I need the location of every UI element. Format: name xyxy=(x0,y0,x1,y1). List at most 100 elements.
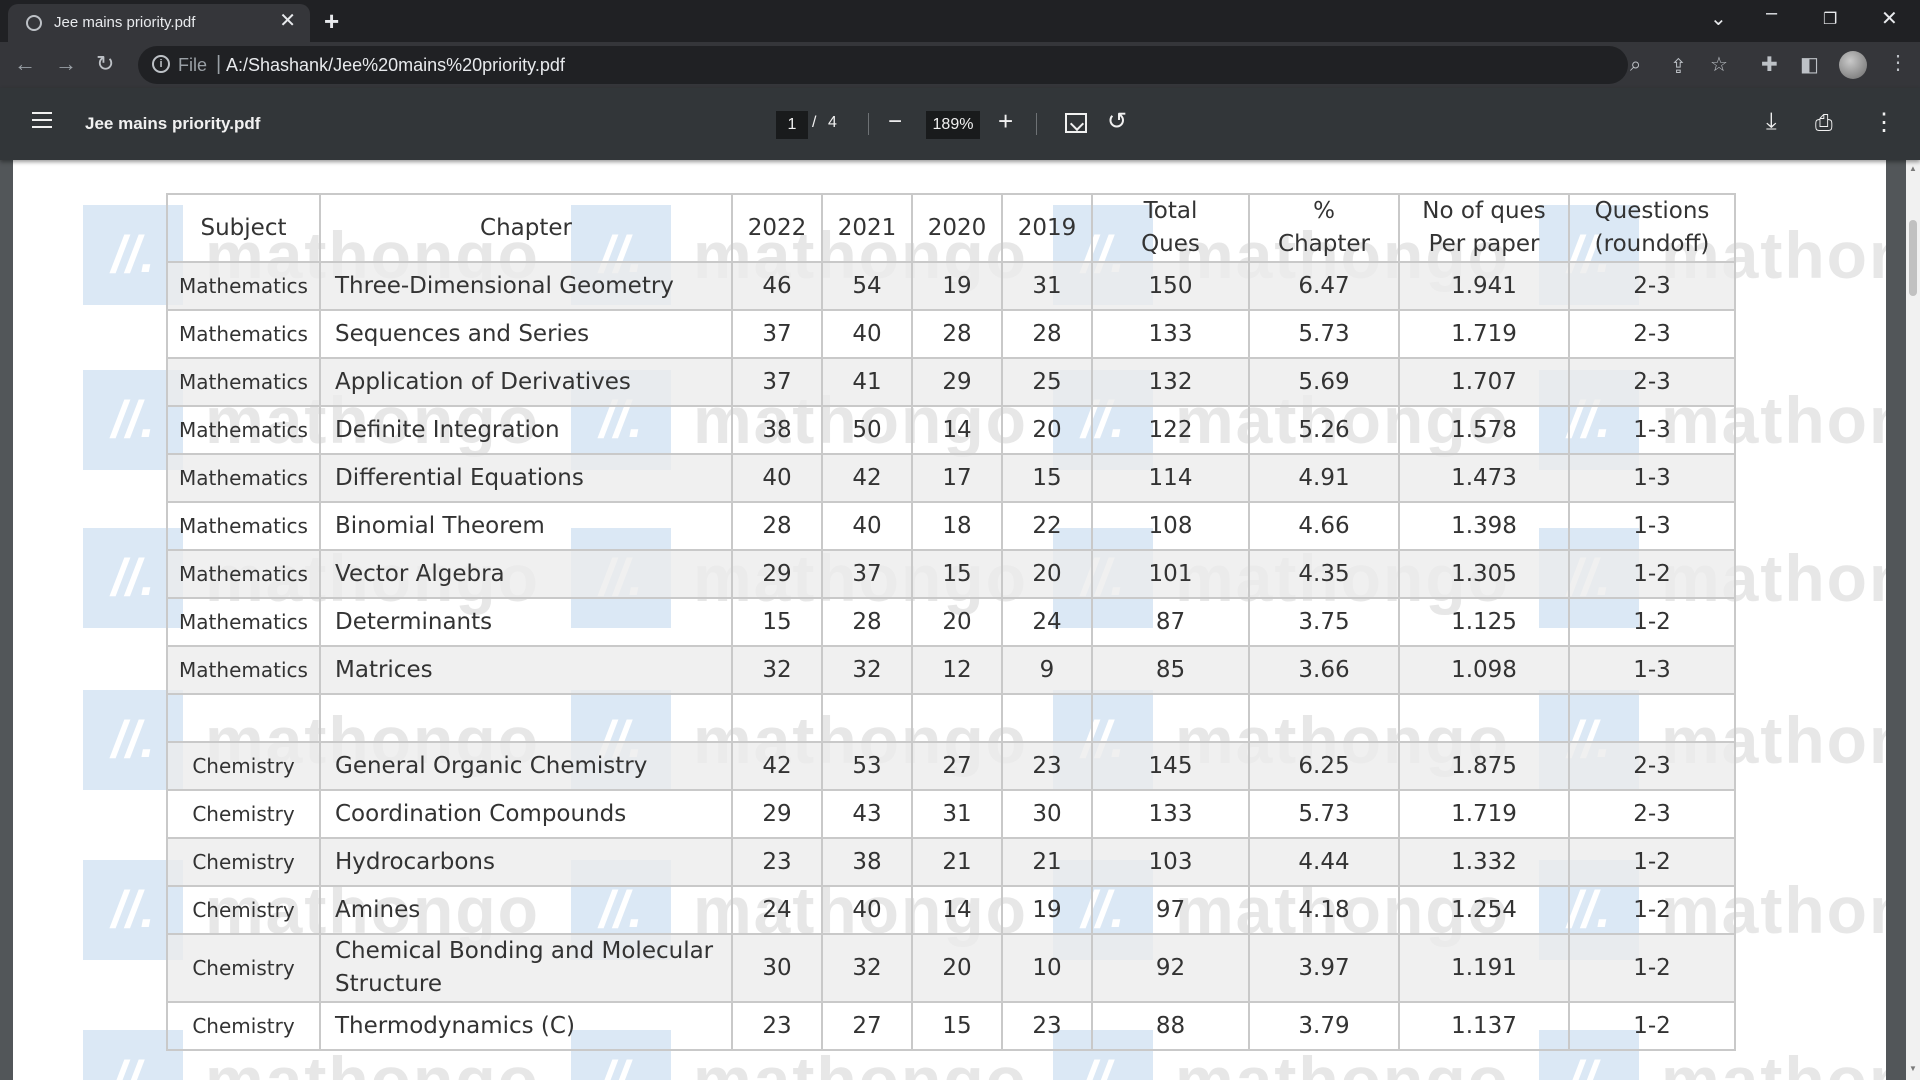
zoom-in-icon[interactable]: + xyxy=(998,106,1013,137)
window-close-icon[interactable]: ✕ xyxy=(1881,6,1898,31)
cell-per-paper: 1.719 xyxy=(1398,789,1570,839)
cell-subject: Chemistry xyxy=(166,933,321,1003)
rotate-icon[interactable]: ↺ xyxy=(1107,107,1127,136)
profile-avatar[interactable] xyxy=(1839,51,1867,79)
cell-chapter: General Organic Chemistry xyxy=(319,741,733,791)
cell-subject: Mathematics xyxy=(166,261,321,311)
cell-empty xyxy=(166,693,321,743)
page-number-input[interactable]: 1 xyxy=(776,111,808,139)
header-text: Total xyxy=(1143,198,1198,224)
cell-chapter: Amines xyxy=(319,885,733,935)
cell-total: 133 xyxy=(1091,309,1250,359)
table-row: Chemistry Thermodynamics (C) 23 27 15 23… xyxy=(166,1001,1736,1051)
cell-subject: Mathematics xyxy=(166,549,321,599)
header-percent-chapter: % Chapter xyxy=(1248,193,1400,263)
scrollbar-thumb[interactable] xyxy=(1909,220,1917,296)
cell-2020: 18 xyxy=(911,501,1003,551)
browser-tab[interactable]: Jee mains priority.pdf ✕ xyxy=(8,4,310,42)
cell-total: 87 xyxy=(1091,597,1250,647)
table-row: Mathematics Application of Derivatives 3… xyxy=(166,357,1736,407)
cell-per-paper: 1.941 xyxy=(1398,261,1570,311)
table-row: Mathematics Matrices 32 32 12 9 85 3.66 … xyxy=(166,645,1736,695)
cell-percent: 4.91 xyxy=(1248,453,1400,503)
extensions-puzzle-icon[interactable]: ✚ xyxy=(1761,52,1778,77)
cell-chapter: Definite Integration xyxy=(319,405,733,455)
scroll-down-arrow-icon[interactable]: ▼ xyxy=(1909,1064,1917,1073)
site-info-icon[interactable]: i xyxy=(152,55,170,73)
cell-chapter: Chemical Bonding and Molecular Structure xyxy=(319,933,733,1003)
zoom-magnifier-icon[interactable]: ⌕ xyxy=(1630,54,1641,77)
header-2019: 2019 xyxy=(1001,193,1093,263)
cell-percent: 6.47 xyxy=(1248,261,1400,311)
table-row-empty xyxy=(166,693,1736,743)
bookmark-star-icon[interactable]: ☆ xyxy=(1710,52,1728,77)
table-row: Mathematics Three-Dimensional Geometry 4… xyxy=(166,261,1736,311)
table-row: Chemistry Hydrocarbons 23 38 21 21 103 4… xyxy=(166,837,1736,887)
cell-total: 114 xyxy=(1091,453,1250,503)
fit-to-page-icon[interactable] xyxy=(1065,113,1087,133)
header-chapter: Chapter xyxy=(319,193,733,263)
header-ques-per-paper: No of ques Per paper xyxy=(1398,193,1570,263)
scroll-up-arrow-icon[interactable]: ▲ xyxy=(1909,164,1917,173)
cell-total: 145 xyxy=(1091,741,1250,791)
cell-2019: 25 xyxy=(1001,357,1093,407)
cell-2019: 30 xyxy=(1001,789,1093,839)
cell-2019: 15 xyxy=(1001,453,1093,503)
side-panel-icon[interactable]: ◧ xyxy=(1800,52,1819,77)
header-questions-roundoff: Questions (roundoff) xyxy=(1568,193,1736,263)
cell-total: 101 xyxy=(1091,549,1250,599)
cell-2020: 15 xyxy=(911,549,1003,599)
cell-total: 132 xyxy=(1091,357,1250,407)
cell-roundoff: 1-2 xyxy=(1568,597,1736,647)
header-text: (roundoff) xyxy=(1594,231,1710,257)
cell-per-paper: 1.473 xyxy=(1398,453,1570,503)
back-arrow-icon[interactable]: ← xyxy=(14,51,36,77)
cell-per-paper: 1.707 xyxy=(1398,357,1570,407)
cell-2019: 10 xyxy=(1001,933,1093,1003)
vertical-scrollbar[interactable]: ▲ ▼ xyxy=(1906,160,1920,1080)
print-icon[interactable]: ⎙ xyxy=(1815,110,1833,136)
cell-2020: 31 xyxy=(911,789,1003,839)
cell-roundoff: 2-3 xyxy=(1568,741,1736,791)
url-text[interactable]: A:/Shashank/Jee%20mains%20priority.pdf xyxy=(226,55,565,76)
table-header-row: Subject Chapter 2022 2021 2020 2019 Tota… xyxy=(166,193,1736,263)
address-bar[interactable]: i File | A:/Shashank/Jee%20mains%20prior… xyxy=(138,46,1728,84)
tab-title: Jee mains priority.pdf xyxy=(54,14,196,31)
header-text: Chapter xyxy=(1278,231,1370,257)
table-row: Chemistry General Organic Chemistry 42 5… xyxy=(166,741,1736,791)
cell-2021: 43 xyxy=(821,789,913,839)
reload-icon[interactable]: ↻ xyxy=(96,51,114,77)
tab-close-icon[interactable]: ✕ xyxy=(279,11,296,31)
download-icon[interactable]: ⤓ xyxy=(1766,108,1777,136)
browser-menu-icon[interactable]: ⋮ xyxy=(1888,50,1908,75)
cell-2021: 40 xyxy=(821,885,913,935)
table-row: Chemistry Chemical Bonding and Molecular… xyxy=(166,933,1736,1003)
pdf-viewport[interactable]: //. mathongo //. mathongo //. mathongo //. m… xyxy=(0,160,1906,1080)
new-tab-icon[interactable]: + xyxy=(324,6,339,37)
toolbar-divider xyxy=(868,113,869,135)
cell-total: 150 xyxy=(1091,261,1250,311)
cell-2019: 20 xyxy=(1001,549,1093,599)
hamburger-menu-icon[interactable] xyxy=(32,112,52,128)
forward-arrow-icon[interactable]: → xyxy=(55,51,77,77)
toolbar-divider xyxy=(1036,113,1037,135)
header-2022: 2022 xyxy=(731,193,823,263)
cell-empty xyxy=(319,693,733,743)
tab-search-chevron-icon[interactable]: ⌄ xyxy=(1710,6,1727,31)
cell-chapter: Matrices xyxy=(319,645,733,695)
cell-empty xyxy=(911,693,1003,743)
cell-2020: 15 xyxy=(911,1001,1003,1051)
cell-empty xyxy=(1568,693,1736,743)
cell-2022: 42 xyxy=(731,741,823,791)
more-actions-icon[interactable]: ⋮ xyxy=(1872,108,1896,137)
zoom-level-input[interactable]: 189% xyxy=(926,111,980,139)
cell-per-paper: 1.305 xyxy=(1398,549,1570,599)
cell-roundoff: 1-2 xyxy=(1568,837,1736,887)
cell-chapter: Vector Algebra xyxy=(319,549,733,599)
cell-2022: 28 xyxy=(731,501,823,551)
zoom-out-icon[interactable]: − xyxy=(888,108,902,136)
minimize-icon[interactable]: – xyxy=(1766,2,1777,25)
share-icon[interactable]: ⇪ xyxy=(1670,54,1687,79)
restore-icon[interactable]: ❐ xyxy=(1823,9,1837,29)
cell-per-paper: 1.578 xyxy=(1398,405,1570,455)
